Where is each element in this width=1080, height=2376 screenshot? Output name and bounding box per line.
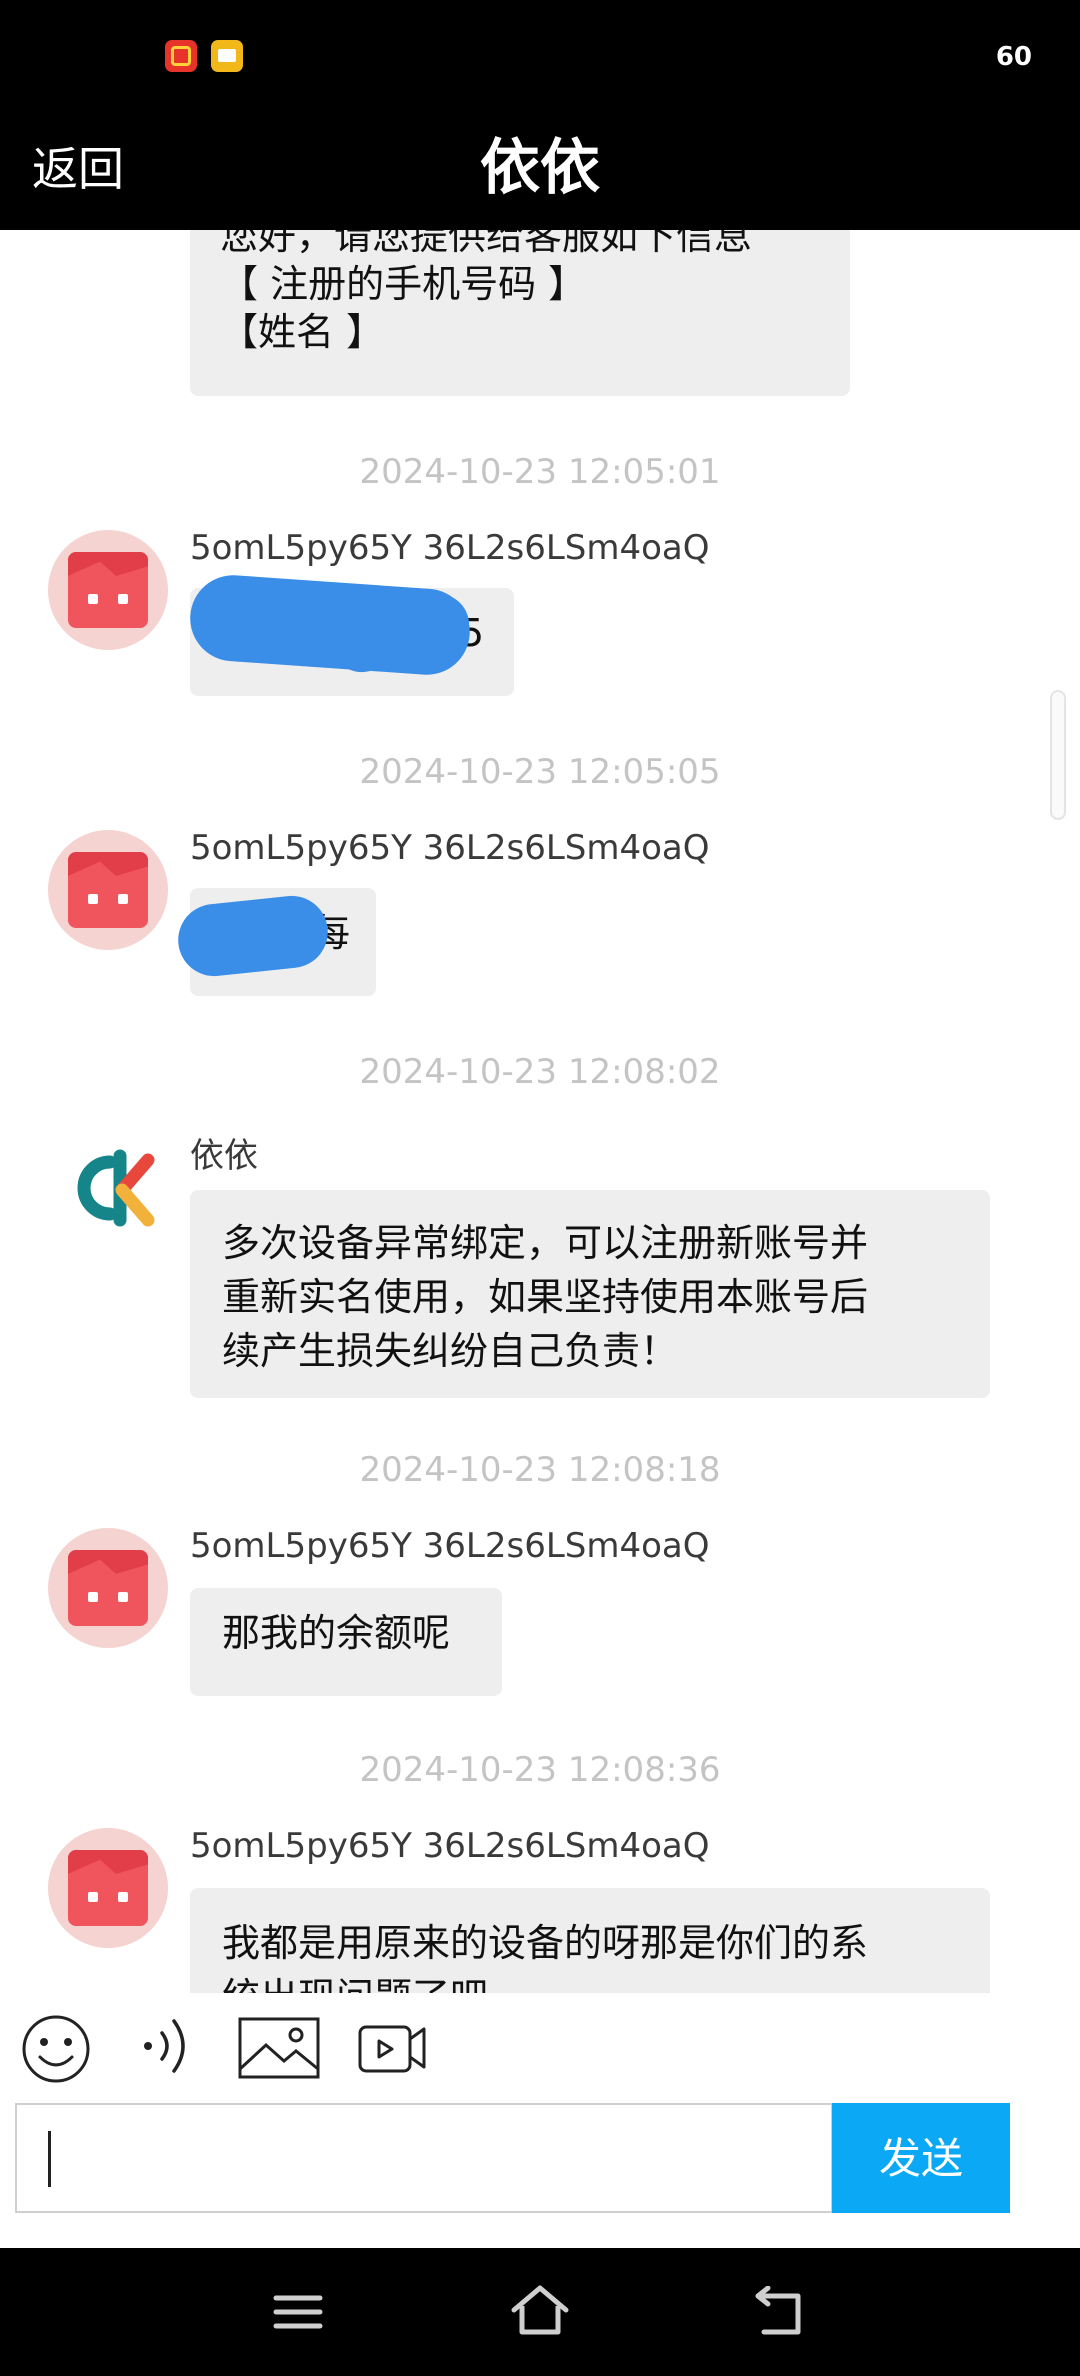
message-line: 您好，请您提供给客服如下信息 — [220, 230, 753, 258]
message-input[interactable] — [15, 2103, 833, 2213]
message-line: 统出现问题了吧 — [222, 1970, 958, 1993]
message-line: 我都是用原来的设备的呀那是你们的系 — [222, 1921, 869, 1965]
message-timestamp: 2024-10-23 12:08:18 — [359, 1450, 721, 1490]
app-notification-icon — [165, 40, 197, 72]
message-list[interactable]: 您好，请您提供给客服如下信息 【 注册的手机号码 】 【姓名 】 2024-10… — [0, 230, 1080, 1993]
emoji-icon[interactable] — [20, 2013, 92, 2085]
message-line: 【姓名 】 — [220, 310, 385, 354]
message-line: 续产生损失纠纷自己负责！ — [222, 1329, 679, 1373]
mail-notification-icon — [211, 40, 243, 72]
send-button[interactable]: 发送 — [832, 2103, 1010, 2213]
sender-name: 5omL5py65Y 36L2s6LSm4oaQ — [190, 828, 710, 868]
sender-name: 依依 — [190, 1136, 258, 1176]
image-icon[interactable] — [238, 2017, 320, 2079]
sender-name: 5omL5py65Y 36L2s6LSm4oaQ — [190, 528, 710, 568]
video-icon[interactable] — [358, 2019, 426, 2075]
home-icon[interactable] — [510, 2284, 570, 2336]
message-timestamp: 2024-10-23 12:08:36 — [359, 1750, 721, 1790]
composer: 发送 — [0, 2103, 1080, 2248]
message-line: 【 注册的手机号码 】 — [220, 262, 587, 306]
chat-title: 依依 — [480, 133, 600, 203]
message-line: 多次设备异常绑定，可以注册新账号并 — [222, 1221, 869, 1265]
system-navigation-bar — [0, 2248, 1080, 2376]
scrollbar[interactable] — [1050, 690, 1066, 820]
back-icon[interactable] — [752, 2286, 808, 2336]
chat-header: 返回 依依 — [0, 120, 1080, 230]
battery-level: 60 — [995, 42, 1032, 72]
user-avatar[interactable] — [48, 830, 168, 950]
agent-avatar-ck-logo[interactable] — [48, 1128, 168, 1248]
message-bubble: 您好，请您提供给客服如下信息 【 注册的手机号码 】 【姓名 】 — [190, 230, 850, 396]
sender-name: 5omL5py65Y 36L2s6LSm4oaQ — [190, 1826, 710, 1866]
message-bubble: 那我的余额呢 — [190, 1588, 502, 1696]
message-text: 那我的余额呢 — [222, 1611, 451, 1655]
message-bubble: 多次设备异常绑定，可以注册新账号并 重新实名使用，如果坚持使用本账号后 续产生损… — [190, 1190, 990, 1398]
status-bar: 60 — [0, 0, 1080, 120]
user-avatar[interactable] — [48, 1528, 168, 1648]
composer-toolbar — [0, 1993, 1080, 2103]
user-avatar[interactable] — [48, 530, 168, 650]
message-timestamp: 2024-10-23 12:05:05 — [359, 752, 721, 792]
voice-icon[interactable] — [136, 2013, 196, 2079]
user-avatar[interactable] — [48, 1828, 168, 1948]
sender-name: 5omL5py65Y 36L2s6LSm4oaQ — [190, 1526, 710, 1566]
message-timestamp: 2024-10-23 12:05:01 — [359, 452, 721, 492]
menu-icon[interactable] — [272, 2292, 324, 2332]
message-bubble: 我都是用原来的设备的呀那是你们的系 统出现问题了吧 — [190, 1888, 990, 1993]
message-line: 重新实名使用，如果坚持使用本账号后 — [222, 1275, 869, 1319]
message-timestamp: 2024-10-23 12:08:02 — [359, 1052, 721, 1092]
text-caret — [48, 2131, 51, 2187]
